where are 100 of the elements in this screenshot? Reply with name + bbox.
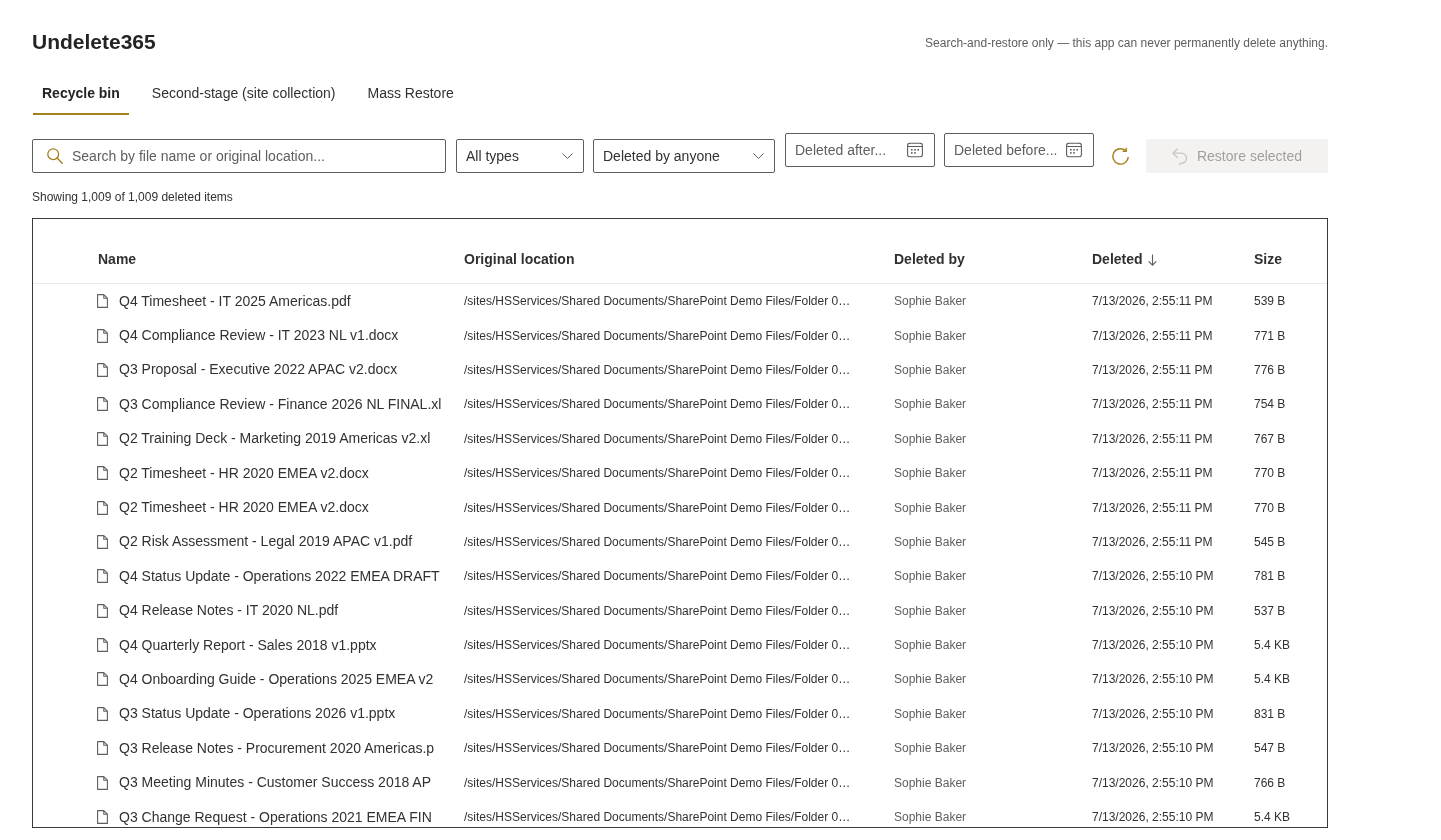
file-icon — [97, 603, 108, 618]
file-size: 766 B — [1254, 774, 1286, 791]
filter-dropdown[interactable]: Deleted by anyone — [593, 139, 775, 173]
file-name: Q3 Release Notes - Procurement 2020 Americas.p — [119, 739, 435, 757]
column-header[interactable]: Name — [98, 250, 137, 269]
date-field[interactable]: Deleted after... — [785, 133, 935, 167]
deleted-date: 7/13/2026, 2:55:11 PM — [1092, 396, 1213, 413]
file-size: 5.4 KB — [1254, 671, 1291, 688]
column-header[interactable]: Deleted by — [894, 250, 965, 269]
tab[interactable]: Second-stage (site collection) — [142, 71, 345, 115]
file-icon — [97, 810, 108, 825]
file-icon — [97, 431, 108, 446]
deleted-date: 7/13/2026, 2:55:11 PM — [1092, 499, 1213, 516]
original-location: /sites/HSServices/Shared Documents/SharePoint Demo Files/Folder 0… — [464, 293, 851, 310]
original-location: /sites/HSServices/Shared Documents/SharePoint Demo Files/Folder 0… — [464, 465, 851, 482]
file-size: 771 B — [1254, 327, 1286, 344]
chevron-down-icon — [562, 153, 573, 159]
deleted-by-name: Sophie Baker — [894, 430, 967, 447]
file-size: 831 B — [1254, 705, 1286, 722]
original-location: /sites/HSServices/Shared Documents/SharePoint Demo Files/Folder 0… — [464, 430, 851, 447]
tab[interactable]: Recycle bin — [33, 71, 129, 115]
file-name: Q2 Risk Assessment - Legal 2019 APAC v1.pdf — [119, 533, 413, 551]
column-header[interactable]: Original location — [464, 250, 575, 269]
file-size: 781 B — [1254, 568, 1286, 585]
deleted-date: 7/13/2026, 2:55:10 PM — [1092, 568, 1214, 585]
file-name: Q2 Timesheet - HR 2020 EMEA v2.docx — [119, 464, 369, 482]
file-name: Q4 Status Update - Operations 2022 EMEA DRAFT — [119, 567, 440, 585]
deleted-by-name: Sophie Baker — [894, 671, 967, 688]
tab[interactable]: Mass Restore — [358, 71, 463, 115]
file-name: Q4 Quarterly Report - Sales 2018 v1.pptx — [119, 636, 377, 654]
original-location: /sites/HSServices/Shared Documents/SharePoint Demo Files/Folder 0… — [464, 774, 851, 791]
file-size: 5.4 KB — [1254, 637, 1291, 654]
column-header[interactable]: Size — [1254, 250, 1282, 269]
deleted-date: 7/13/2026, 2:55:11 PM — [1092, 430, 1213, 447]
file-name: Q4 Onboarding Guide - Operations 2025 EMEA v2 — [119, 671, 434, 688]
undo-icon — [1171, 147, 1188, 165]
file-name: Q4 Timesheet - IT 2025 Americas.pdf — [119, 292, 351, 310]
file-icon — [97, 328, 108, 343]
column-header[interactable]: Deleted — [1092, 250, 1157, 269]
file-size: 5.4 KB — [1254, 809, 1291, 826]
deleted-date: 7/13/2026, 2:55:10 PM — [1092, 671, 1214, 688]
deleted-date: 7/13/2026, 2:55:11 PM — [1092, 293, 1213, 310]
original-location: /sites/HSServices/Shared Documents/SharePoint Demo Files/Folder 0… — [464, 637, 851, 654]
search-field[interactable]: Search by file name or original location... — [32, 139, 446, 173]
deleted-date: 7/13/2026, 2:55:11 PM — [1092, 361, 1213, 378]
deleted-by-name: Sophie Baker — [894, 809, 967, 826]
file-icon — [97, 638, 108, 653]
deleted-by-name: Sophie Baker — [894, 568, 967, 585]
notice-text: Search-and-restore only — this app can never permanently delete anything. — [925, 35, 1328, 50]
file-name: Q3 Compliance Review - Finance 2026 NL FINAL.xl — [119, 395, 442, 413]
search-icon — [47, 148, 63, 164]
original-location: /sites/HSServices/Shared Documents/SharePoint Demo Files/Folder 0… — [464, 361, 851, 378]
deleted-date: 7/13/2026, 2:55:11 PM — [1092, 465, 1213, 482]
deleted-by-name: Sophie Baker — [894, 361, 967, 378]
original-location: /sites/HSServices/Shared Documents/SharePoint Demo Files/Folder 0… — [464, 740, 851, 757]
file-size: 545 B — [1254, 533, 1286, 550]
file-name: Q2 Training Deck - Marketing 2019 Americas v2.xl — [119, 430, 431, 448]
file-name: Q4 Release Notes - IT 2020 NL.pdf — [119, 602, 339, 620]
deleted-by-name: Sophie Baker — [894, 465, 967, 482]
file-size: 776 B — [1254, 361, 1286, 378]
file-name: Q4 Compliance Review - IT 2023 NL v1.docx — [119, 327, 399, 345]
original-location: /sites/HSServices/Shared Documents/SharePoint Demo Files/Folder 0… — [464, 533, 851, 550]
deleted-date: 7/13/2026, 2:55:10 PM — [1092, 705, 1214, 722]
file-name: Q3 Status Update - Operations 2026 v1.pptx — [119, 705, 396, 723]
file-size: 539 B — [1254, 293, 1286, 310]
refresh-button[interactable] — [1111, 147, 1130, 166]
file-icon — [97, 500, 108, 515]
app-title: Undelete365 — [32, 29, 156, 55]
file-size: 770 B — [1254, 465, 1286, 482]
file-size: 547 B — [1254, 740, 1286, 757]
deleted-date: 7/13/2026, 2:55:11 PM — [1092, 533, 1213, 550]
file-icon — [97, 741, 108, 756]
file-name: Q2 Timesheet - HR 2020 EMEA v2.docx — [119, 499, 369, 517]
file-size: 770 B — [1254, 499, 1286, 516]
file-name: Q3 Change Request - Operations 2021 EMEA FIN — [119, 808, 432, 826]
file-icon — [97, 534, 108, 549]
original-location: /sites/HSServices/Shared Documents/SharePoint Demo Files/Folder 0… — [464, 499, 851, 516]
file-size: 754 B — [1254, 396, 1286, 413]
file-size: 537 B — [1254, 602, 1286, 619]
original-location: /sites/HSServices/Shared Documents/SharePoint Demo Files/Folder 0… — [464, 809, 851, 826]
file-icon — [97, 362, 108, 377]
original-location: /sites/HSServices/Shared Documents/SharePoint Demo Files/Folder 0… — [464, 705, 851, 722]
deleted-by-name: Sophie Baker — [894, 637, 967, 654]
deleted-by-name: Sophie Baker — [894, 740, 967, 757]
file-icon — [97, 569, 108, 584]
deleted-by-name: Sophie Baker — [894, 774, 967, 791]
deleted-by-name: Sophie Baker — [894, 602, 967, 619]
refresh-icon — [1111, 147, 1130, 166]
deleted-date: 7/13/2026, 2:55:10 PM — [1092, 602, 1214, 619]
deleted-date: 7/13/2026, 2:55:10 PM — [1092, 809, 1214, 826]
filter-dropdown[interactable]: All types — [456, 139, 584, 173]
deleted-date: 7/13/2026, 2:55:11 PM — [1092, 327, 1213, 344]
file-name: Q3 Meeting Minutes - Customer Success 2018 AP — [119, 774, 432, 792]
file-icon — [97, 775, 108, 790]
date-field[interactable]: Deleted before... — [944, 133, 1094, 167]
file-size: 767 B — [1254, 430, 1286, 447]
item-count-text: Showing 1,009 of 1,009 deleted items — [32, 189, 233, 205]
file-icon — [97, 397, 108, 412]
original-location: /sites/HSServices/Shared Documents/SharePoint Demo Files/Folder 0… — [464, 327, 851, 344]
calendar-icon — [907, 142, 923, 158]
